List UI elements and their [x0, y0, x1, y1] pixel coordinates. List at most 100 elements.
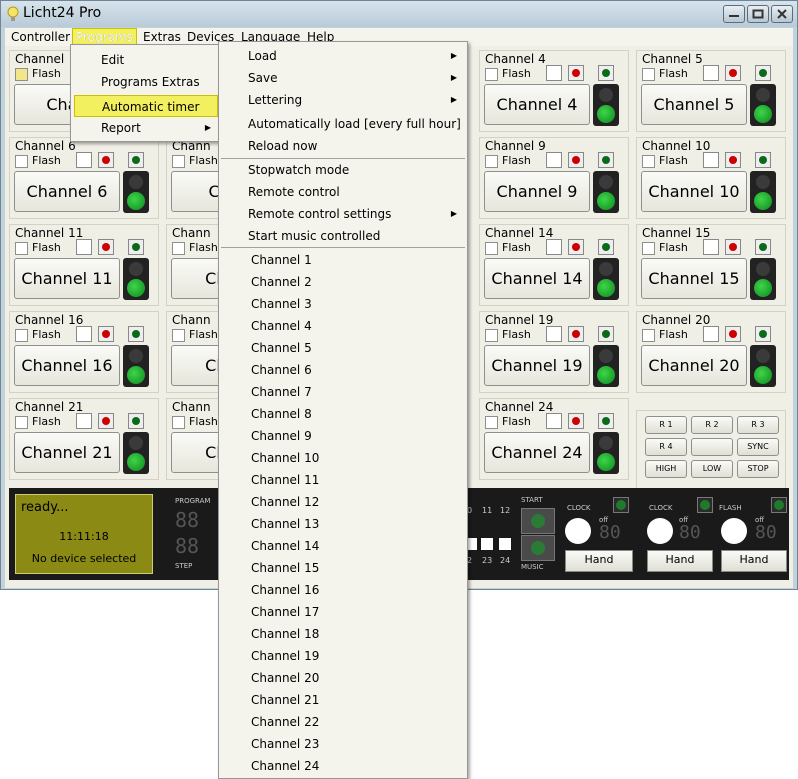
flash-checkbox[interactable] [485, 416, 498, 429]
flash-checkbox[interactable] [172, 242, 185, 255]
menu-item-channel[interactable]: Channel 4 [219, 315, 465, 337]
menu-item-lettering[interactable]: Lettering ▶ [219, 89, 465, 111]
clock-hand-button[interactable]: Hand [565, 550, 633, 572]
menu-item-channel[interactable]: Channel 24 [219, 755, 465, 777]
menu-item-edit[interactable]: Edit [71, 49, 219, 71]
menu-item-load[interactable]: Load ▶ [219, 45, 465, 67]
red-led-icon[interactable] [568, 152, 584, 168]
red-led-icon[interactable] [568, 239, 584, 255]
channel-button[interactable]: Channel 6 [14, 171, 120, 212]
menu-item-auto-load[interactable]: Automatically load [every full hour] [219, 113, 465, 135]
close-button[interactable] [771, 5, 793, 23]
flash-checkbox[interactable] [485, 242, 498, 255]
menu-item-channel[interactable]: Channel 14 [219, 535, 465, 557]
flash-checkbox[interactable] [485, 68, 498, 81]
flash-checkbox[interactable] [172, 329, 185, 342]
channel-button[interactable]: Channel 24 [484, 432, 590, 473]
channel-button[interactable]: Channel 15 [641, 258, 747, 299]
channel-button[interactable]: Channel 19 [484, 345, 590, 386]
remote-blank-button[interactable] [691, 438, 733, 456]
clock2-knob[interactable] [647, 518, 673, 544]
menu-extras[interactable]: Extras [143, 30, 181, 44]
green-led-icon[interactable] [128, 326, 144, 342]
menu-item-channel[interactable]: Channel 16 [219, 579, 465, 601]
menu-item-channel[interactable]: Channel 2 [219, 271, 465, 293]
menu-item-save[interactable]: Save ▶ [219, 67, 465, 89]
minimize-button[interactable] [723, 5, 745, 23]
clock-knob[interactable] [565, 518, 591, 544]
remote-r1-button[interactable]: R 1 [645, 416, 687, 434]
menu-item-programs-extras[interactable]: Programs Extras [71, 71, 219, 93]
menu-item-channel[interactable]: Channel 7 [219, 381, 465, 403]
menu-item-channel[interactable]: Channel 6 [219, 359, 465, 381]
menu-item-channel[interactable]: Channel 10 [219, 447, 465, 469]
green-led-icon[interactable] [598, 413, 614, 429]
start-button[interactable] [521, 508, 555, 534]
green-led-icon[interactable] [128, 239, 144, 255]
red-led-icon[interactable] [725, 326, 741, 342]
flash-checkbox[interactable] [172, 155, 185, 168]
menu-item-channel[interactable]: Channel 9 [219, 425, 465, 447]
flash-checkbox[interactable] [15, 155, 28, 168]
maximize-button[interactable] [747, 5, 769, 23]
alarm-clock-icon[interactable] [76, 239, 92, 255]
red-led-icon[interactable] [725, 239, 741, 255]
flash-knob[interactable] [721, 518, 747, 544]
green-led-icon[interactable] [755, 65, 771, 81]
menu-item-channel[interactable]: Channel 5 [219, 337, 465, 359]
alarm-clock-icon[interactable] [546, 413, 562, 429]
flash-checkbox[interactable] [642, 329, 655, 342]
red-led-icon[interactable] [568, 326, 584, 342]
stop-button[interactable]: STOP [737, 460, 779, 478]
channel-button[interactable]: Channel 21 [14, 432, 120, 473]
channel-button[interactable]: Channel 10 [641, 171, 747, 212]
menu-item-channel[interactable]: Channel 3 [219, 293, 465, 315]
red-led-icon[interactable] [725, 65, 741, 81]
menu-item-automatic-timer[interactable]: Automatic timer [74, 95, 218, 117]
alarm-clock-icon[interactable] [703, 326, 719, 342]
remote-r4-button[interactable]: R 4 [645, 438, 687, 456]
menu-item-music-controlled[interactable]: Start music controlled [219, 225, 465, 247]
menu-item-channel[interactable]: Channel 17 [219, 601, 465, 623]
menu-item-channel[interactable]: Channel 23 [219, 733, 465, 755]
clock-led-icon[interactable] [613, 497, 629, 513]
green-led-icon[interactable] [755, 239, 771, 255]
green-led-icon[interactable] [598, 65, 614, 81]
menu-item-remote-control[interactable]: Remote control [219, 181, 465, 203]
menu-item-channel[interactable]: Channel 22 [219, 711, 465, 733]
alarm-clock-icon[interactable] [76, 326, 92, 342]
red-led-icon[interactable] [568, 65, 584, 81]
menu-item-report[interactable]: Report ▶ [71, 117, 219, 139]
flash-checkbox[interactable] [15, 242, 28, 255]
red-led-icon[interactable] [98, 413, 114, 429]
menu-item-channel[interactable]: Channel 12 [219, 491, 465, 513]
alarm-clock-icon[interactable] [703, 152, 719, 168]
menu-item-channel[interactable]: Channel 11 [219, 469, 465, 491]
menu-item-channel[interactable]: Channel 8 [219, 403, 465, 425]
flash-led-icon[interactable] [771, 497, 787, 513]
high-button[interactable]: HIGH [645, 460, 687, 478]
menu-item-reload-now[interactable]: Reload now [219, 135, 465, 157]
red-led-icon[interactable] [568, 413, 584, 429]
menu-item-channel[interactable]: Channel 21 [219, 689, 465, 711]
alarm-clock-icon[interactable] [76, 152, 92, 168]
flash-hand-button[interactable]: Hand [721, 550, 787, 572]
menu-item-channel[interactable]: Channel 15 [219, 557, 465, 579]
green-led-icon[interactable] [755, 152, 771, 168]
flash-checkbox[interactable] [15, 68, 28, 81]
alarm-clock-icon[interactable] [703, 65, 719, 81]
alarm-clock-icon[interactable] [76, 413, 92, 429]
menu-item-remote-settings[interactable]: Remote control settings ▶ [219, 203, 465, 225]
menu-item-channel[interactable]: Channel 13 [219, 513, 465, 535]
clock2-led-icon[interactable] [697, 497, 713, 513]
menu-item-channel[interactable]: Channel 1 [219, 249, 465, 271]
flash-checkbox[interactable] [642, 155, 655, 168]
channel-button[interactable]: Channel 9 [484, 171, 590, 212]
clock2-hand-button[interactable]: Hand [647, 550, 713, 572]
channel-button[interactable]: Channel 11 [14, 258, 120, 299]
flash-checkbox[interactable] [642, 242, 655, 255]
alarm-clock-icon[interactable] [546, 65, 562, 81]
menu-item-channel[interactable]: Channel 18 [219, 623, 465, 645]
menu-controller[interactable]: Controller [11, 30, 70, 44]
green-led-icon[interactable] [128, 152, 144, 168]
